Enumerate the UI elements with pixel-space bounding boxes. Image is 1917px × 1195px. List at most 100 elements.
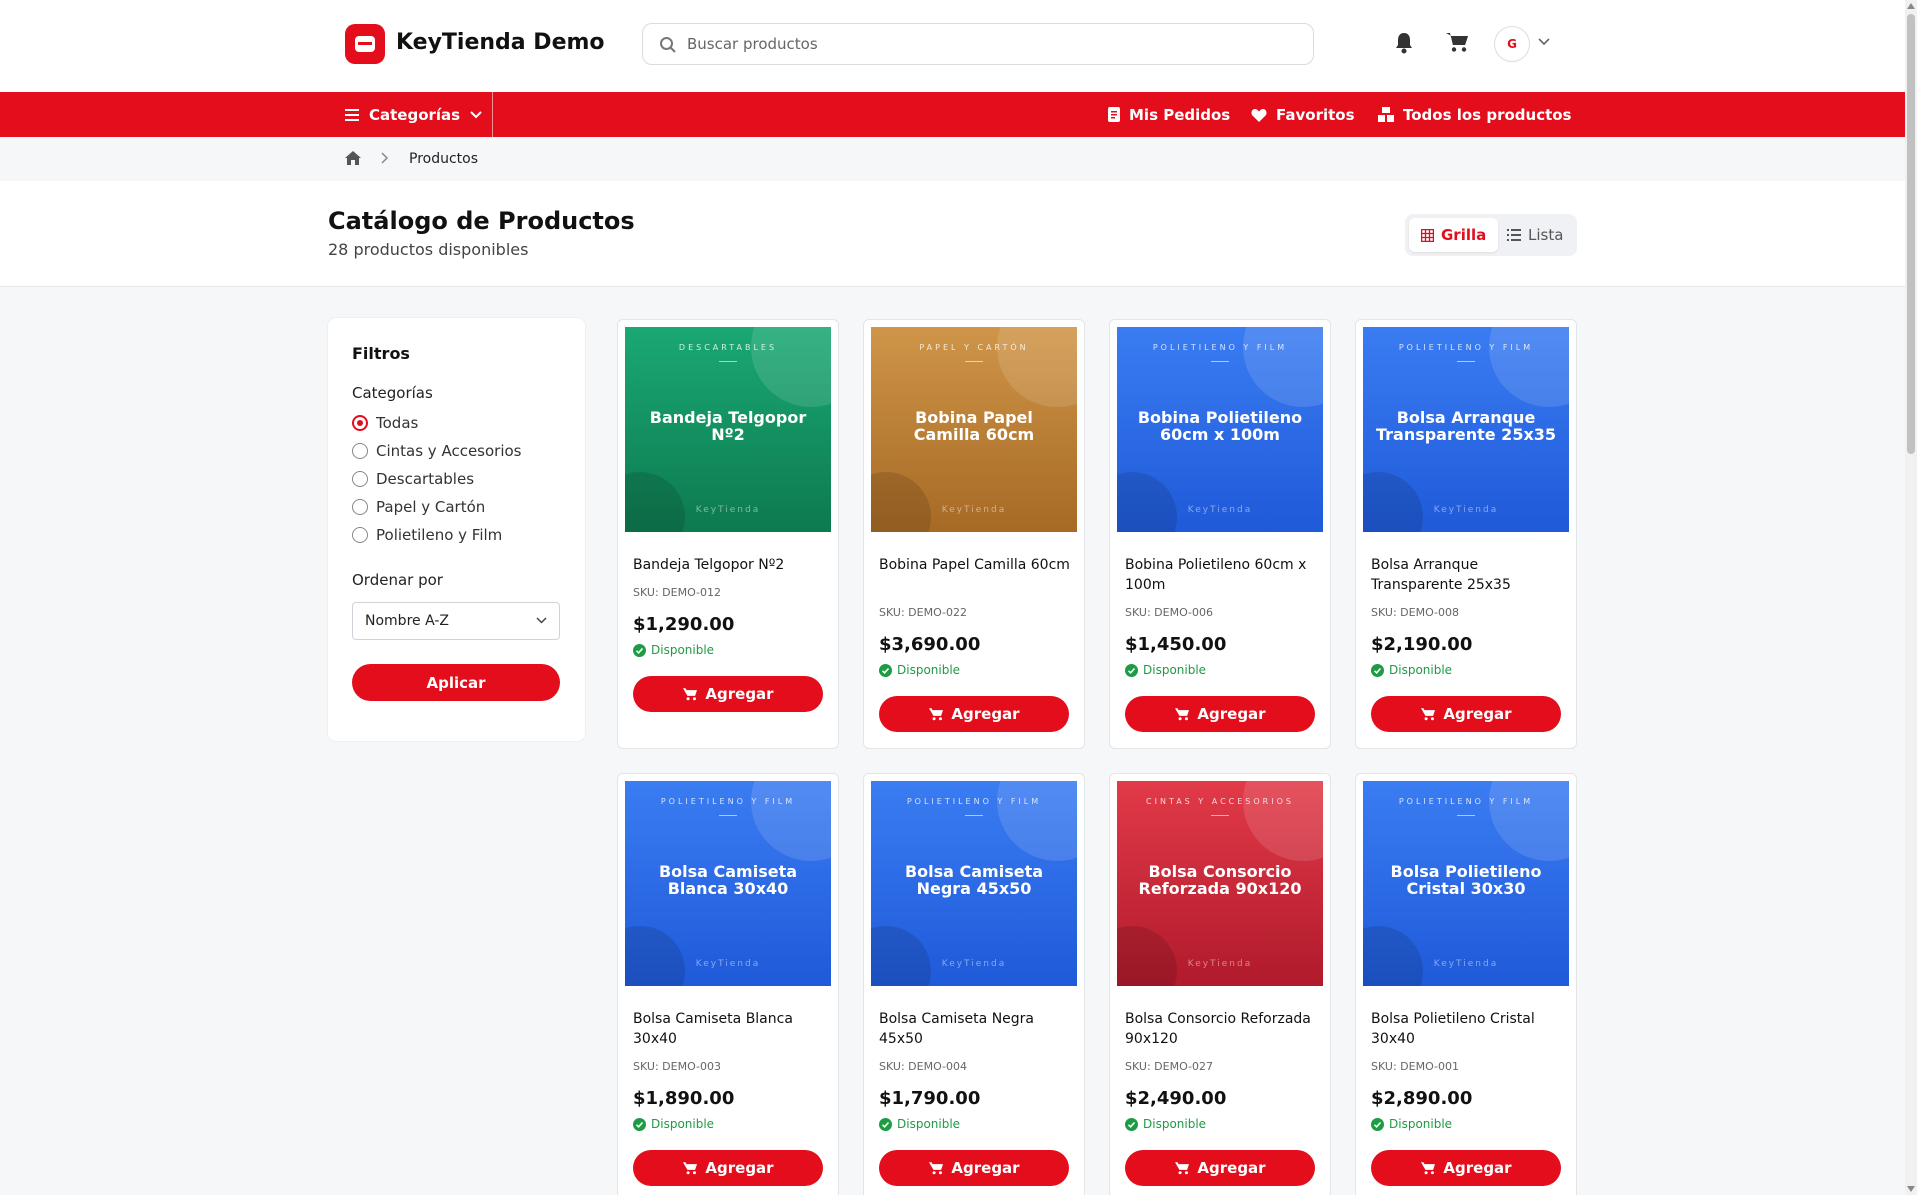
page-scrollbar[interactable]: [1905, 0, 1917, 1195]
product-card[interactable]: PAPEL Y CARTÓN Bobina Papel Camilla 60cm K…: [863, 319, 1085, 749]
nav-all-products-label: Todos los productos: [1403, 105, 1572, 124]
product-image[interactable]: POLIETILENO Y FILM Bolsa Polietileno Cris…: [1363, 781, 1569, 986]
product-image-category: POLIETILENO Y FILM: [1152, 343, 1288, 352]
search-bar[interactable]: [642, 23, 1314, 65]
product-name[interactable]: Bandeja Telgopor Nº2: [633, 555, 828, 575]
product-card[interactable]: POLIETILENO Y FILM Bobina Polietileno 60c…: [1109, 319, 1331, 749]
radio-button[interactable]: [352, 471, 368, 487]
product-card[interactable]: POLIETILENO Y FILM Bolsa Camiseta Blanca …: [617, 773, 839, 1195]
apply-filters-button[interactable]: Aplicar: [352, 664, 560, 701]
stock-label: Disponible: [897, 1117, 961, 1131]
product-name[interactable]: Bolsa Consorcio Reforzada 90x120: [1125, 1009, 1320, 1049]
add-to-cart-label: Agregar: [1443, 1159, 1512, 1177]
product-card[interactable]: POLIETILENO Y FILM Bolsa Arranque Transpa…: [1355, 319, 1577, 749]
nav-favorites[interactable]: Favoritos: [1251, 92, 1355, 137]
product-card[interactable]: POLIETILENO Y FILM Bolsa Camiseta Negra 4…: [863, 773, 1085, 1195]
radio-todas[interactable]: Todas: [352, 414, 418, 432]
product-price: $3,690.00: [879, 634, 981, 655]
add-to-cart-label: Agregar: [705, 1159, 774, 1177]
decor-circle: [1117, 472, 1177, 532]
check-circle-icon: [1125, 1117, 1138, 1131]
stock-label: Disponible: [651, 1117, 715, 1131]
add-to-cart-button[interactable]: Agregar: [1125, 1150, 1315, 1186]
add-to-cart-label: Agregar: [1197, 705, 1266, 723]
sort-select[interactable]: Nombre A-Z: [352, 602, 560, 640]
add-to-cart-button[interactable]: Agregar: [633, 676, 823, 712]
decor-line: [1211, 361, 1229, 362]
product-image[interactable]: POLIETILENO Y FILM Bobina Polietileno 60c…: [1117, 327, 1323, 532]
stock-label: Disponible: [1389, 663, 1453, 677]
add-to-cart-button[interactable]: Agregar: [1371, 1150, 1561, 1186]
breadcrumb: Productos: [0, 137, 1905, 181]
product-image[interactable]: POLIETILENO Y FILM Bolsa Arranque Transpa…: [1363, 327, 1569, 532]
decor-circle: [1363, 472, 1423, 532]
list-view-button[interactable]: Lista: [1495, 218, 1575, 252]
radio-descartables[interactable]: Descartables: [352, 470, 474, 488]
check-circle-icon: [879, 663, 892, 677]
product-name[interactable]: Bolsa Camiseta Blanca 30x40: [633, 1009, 828, 1049]
home-icon[interactable]: [345, 151, 361, 165]
radio-button[interactable]: [352, 527, 368, 543]
radio-cintas[interactable]: Cintas y Accesorios: [352, 442, 522, 460]
nav-my-orders-label: Mis Pedidos: [1129, 105, 1231, 124]
radio-papel[interactable]: Papel y Cartón: [352, 498, 485, 516]
decor-line: [1457, 815, 1475, 816]
add-to-cart-button[interactable]: Agregar: [879, 1150, 1069, 1186]
product-image[interactable]: DESCARTABLES Bandeja Telgopor Nº2 KeyTiend…: [625, 327, 831, 532]
cart-icon[interactable]: [1445, 31, 1469, 53]
cart-icon: [683, 688, 698, 701]
product-name[interactable]: Bobina Papel Camilla 60cm: [879, 555, 1074, 575]
add-to-cart-button[interactable]: Agregar: [1125, 696, 1315, 732]
add-to-cart-button[interactable]: Agregar: [1371, 696, 1561, 732]
stock-status: Disponible: [879, 1117, 960, 1131]
product-image-brand: KeyTienda: [695, 959, 761, 969]
view-toggle: Grilla Lista: [1405, 214, 1577, 256]
decor-circle: [751, 781, 831, 861]
check-circle-icon: [1371, 663, 1384, 677]
radio-button[interactable]: [352, 499, 368, 515]
decor-circle: [871, 926, 931, 986]
radio-button[interactable]: [352, 443, 368, 459]
scroll-down-arrow-icon[interactable]: [1907, 1186, 1915, 1192]
product-card[interactable]: CINTAS Y ACCESORIOS Bolsa Consorcio Refor…: [1109, 773, 1331, 1195]
product-card[interactable]: POLIETILENO Y FILM Bolsa Polietileno Cris…: [1355, 773, 1577, 1195]
product-card[interactable]: DESCARTABLES Bandeja Telgopor Nº2 KeyTiend…: [617, 319, 839, 749]
categories-dropdown[interactable]: Categorías: [345, 92, 494, 137]
product-name[interactable]: Bolsa Polietileno Cristal 30x40: [1371, 1009, 1566, 1049]
product-image[interactable]: POLIETILENO Y FILM Bolsa Camiseta Blanca …: [625, 781, 831, 986]
product-name[interactable]: Bobina Polietileno 60cm x 100m: [1125, 555, 1320, 595]
scrollbar-thumb[interactable]: [1907, 14, 1915, 454]
cart-icon: [1175, 1162, 1190, 1175]
nav-all-products[interactable]: Todos los productos: [1378, 92, 1572, 137]
check-circle-icon: [633, 1117, 646, 1131]
check-circle-icon: [879, 1117, 892, 1131]
scroll-up-arrow-icon[interactable]: [1907, 3, 1915, 9]
chevron-down-icon[interactable]: [1538, 38, 1550, 46]
add-to-cart-button[interactable]: Agregar: [633, 1150, 823, 1186]
nav-my-orders[interactable]: Mis Pedidos: [1108, 92, 1230, 137]
cart-icon: [1421, 708, 1436, 721]
stock-label: Disponible: [1143, 663, 1207, 677]
product-image-title: Bolsa Camiseta Negra 45x50: [904, 862, 1044, 898]
product-name[interactable]: Bolsa Camiseta Negra 45x50: [879, 1009, 1074, 1049]
store-logo-icon[interactable]: [345, 24, 385, 64]
grid-view-button[interactable]: Grilla: [1409, 218, 1499, 252]
stock-status: Disponible: [633, 1117, 714, 1131]
user-avatar[interactable]: G: [1494, 26, 1530, 62]
product-image[interactable]: POLIETILENO Y FILM Bolsa Camiseta Negra 4…: [871, 781, 1077, 986]
stock-status: Disponible: [1371, 1117, 1452, 1131]
product-image[interactable]: PAPEL Y CARTÓN Bobina Papel Camilla 60cm K…: [871, 327, 1077, 532]
stock-status: Disponible: [1125, 1117, 1206, 1131]
categories-filter-label: Categorías: [352, 384, 433, 402]
search-input[interactable]: [687, 24, 1297, 64]
product-name[interactable]: Bolsa Arranque Transparente 25x35: [1371, 555, 1566, 595]
menu-icon: [345, 108, 359, 121]
chevron-down-icon: [470, 110, 482, 118]
radio-polietileno[interactable]: Polietileno y Film: [352, 526, 502, 544]
bell-icon[interactable]: [1394, 32, 1414, 54]
radio-button[interactable]: [352, 415, 368, 431]
add-to-cart-button[interactable]: Agregar: [879, 696, 1069, 732]
decor-circle: [1117, 926, 1177, 986]
product-image[interactable]: CINTAS Y ACCESORIOS Bolsa Consorcio Refor…: [1117, 781, 1323, 986]
brand-name[interactable]: KeyTienda Demo: [396, 30, 605, 55]
